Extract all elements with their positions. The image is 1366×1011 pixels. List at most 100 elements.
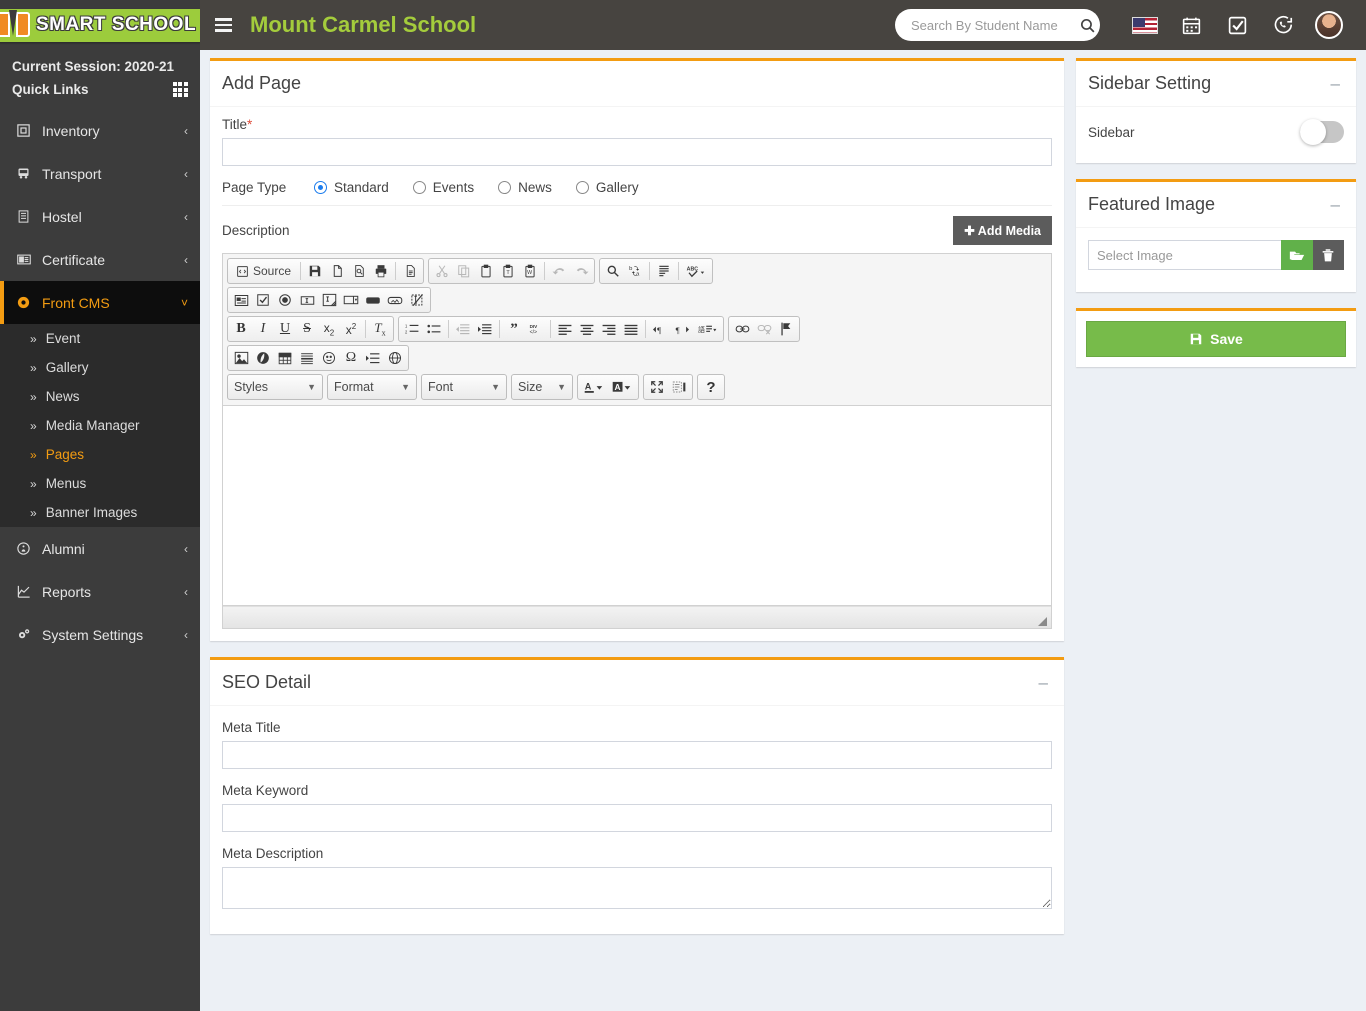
select-all-icon[interactable] [653,260,675,282]
sidebar-toggle-switch[interactable] [1300,119,1344,145]
superscript-icon[interactable]: x2 [340,318,362,340]
templates-icon[interactable] [399,260,421,282]
redo-icon[interactable] [570,260,592,282]
sidebar-item-menus[interactable]: » Menus [0,469,200,498]
sidebar-item-news[interactable]: » News [0,382,200,411]
underline-icon[interactable]: U [274,318,296,340]
justify-icon[interactable] [620,318,642,340]
radio-gallery[interactable]: Gallery [575,180,639,195]
trash-icon[interactable] [1312,240,1344,270]
title-input[interactable] [222,138,1052,166]
resize-grip-icon[interactable] [1038,617,1047,626]
link-icon[interactable] [731,318,753,340]
cut-icon[interactable] [431,260,453,282]
anchor-icon[interactable] [775,318,797,340]
div-icon[interactable]: DIV </> [525,318,547,340]
remove-format-icon[interactable]: Tx [369,318,391,340]
spellcheck-icon[interactable]: ABC [682,260,710,282]
form-icon[interactable] [230,289,252,311]
collapse-sidebar-setting-icon[interactable]: – [1327,75,1344,92]
hidden-field-icon[interactable] [406,289,428,311]
italic-icon[interactable]: I [252,318,274,340]
sidebar-item-gallery[interactable]: » Gallery [0,353,200,382]
paste-text-icon[interactable]: T [497,260,519,282]
show-blocks-icon[interactable] [668,376,690,398]
meta-description-input[interactable] [222,867,1052,909]
iframe-icon[interactable] [384,347,406,369]
print-icon[interactable] [370,260,392,282]
rtl-icon[interactable]: ¶ [671,318,693,340]
align-right-icon[interactable] [598,318,620,340]
sidebar-item-media-manager[interactable]: » Media Manager [0,411,200,440]
sidebar-item-inventory[interactable]: Inventory ‹ [0,109,200,152]
indent-icon[interactable] [474,318,496,340]
app-logo[interactable]: SMART SCHOOL [0,0,207,50]
sidebar-item-system-settings[interactable]: System Settings ‹ [0,613,200,656]
sidebar-item-pages[interactable]: » Pages [0,440,200,469]
paste-word-icon[interactable]: W [519,260,541,282]
text-field-icon[interactable] [296,289,318,311]
replace-icon[interactable]: ba [624,260,646,282]
sidebar-item-transport[interactable]: Transport ‹ [0,152,200,195]
table-icon[interactable] [274,347,296,369]
quick-links-grid-icon[interactable] [172,82,188,98]
add-media-button[interactable]: ✚ Add Media [953,216,1052,245]
bulleted-list-icon[interactable] [423,318,445,340]
text-color-icon[interactable]: A [580,376,608,398]
horizontal-rule-icon[interactable] [296,347,318,369]
outdent-icon[interactable] [452,318,474,340]
flash-icon[interactable] [252,347,274,369]
language-icon[interactable]: 語 [693,318,721,340]
size-combo[interactable]: Size ▼ [511,374,573,400]
select-icon[interactable] [340,289,362,311]
sidebar-item-front-cms[interactable]: Front CMS ˅ [0,281,200,325]
numbered-list-icon[interactable]: 12 [401,318,423,340]
font-combo[interactable]: Font ▼ [421,374,507,400]
sidebar-item-banner-images[interactable]: » Banner Images [0,498,200,527]
sidebar-item-hostel[interactable]: Hostel ‹ [0,195,200,238]
maximize-icon[interactable] [646,376,668,398]
special-char-icon[interactable]: Ω [340,347,362,369]
search-input[interactable] [911,17,1079,33]
meta-title-input[interactable] [222,741,1052,769]
blockquote-icon[interactable]: ” [503,318,525,340]
styles-combo[interactable]: Styles ▼ [227,374,323,400]
rich-text-editor[interactable]: Source T W b a ABC B I U S x2 x2 Tx 1 2 … [222,253,1052,629]
radio-events[interactable]: Events [412,180,474,195]
folder-open-icon[interactable] [1281,240,1313,270]
smiley-icon[interactable] [318,347,340,369]
unlink-icon[interactable] [753,318,775,340]
collapse-seo-icon[interactable]: – [1035,674,1052,691]
background-color-icon[interactable]: A [608,376,636,398]
textarea-icon[interactable] [318,289,340,311]
subscript-icon[interactable]: x2 [318,318,340,340]
checkbox-icon[interactable] [1214,0,1260,50]
search-box[interactable] [895,9,1100,41]
checkbox-icon[interactable] [252,289,274,311]
sidebar-item-reports[interactable]: Reports ‹ [0,570,200,613]
preview-icon[interactable] [348,260,370,282]
source-button[interactable]: Source [230,260,297,282]
sidebar-item-certificate[interactable]: Certificate ‹ [0,238,200,281]
ltr-icon[interactable]: ¶ [649,318,671,340]
flag-icon[interactable] [1122,0,1168,50]
new-page-icon[interactable] [326,260,348,282]
save-button[interactable]: Save [1086,321,1346,357]
editor-content-area[interactable] [223,406,1051,606]
page-break-icon[interactable] [362,347,384,369]
format-combo[interactable]: Format ▼ [327,374,417,400]
button-icon[interactable] [362,289,384,311]
align-center-icon[interactable] [576,318,598,340]
find-icon[interactable] [602,260,624,282]
meta-keyword-input[interactable] [222,804,1052,832]
paste-icon[interactable] [475,260,497,282]
align-left-icon[interactable] [554,318,576,340]
radio-icon[interactable] [274,289,296,311]
search-icon[interactable] [1079,17,1096,34]
bold-icon[interactable]: B [230,318,252,340]
collapse-featured-image-icon[interactable]: – [1327,196,1344,213]
calendar-icon[interactable] [1168,0,1214,50]
copy-icon[interactable] [453,260,475,282]
select-image-input[interactable] [1088,240,1281,270]
image-button-icon[interactable] [384,289,406,311]
